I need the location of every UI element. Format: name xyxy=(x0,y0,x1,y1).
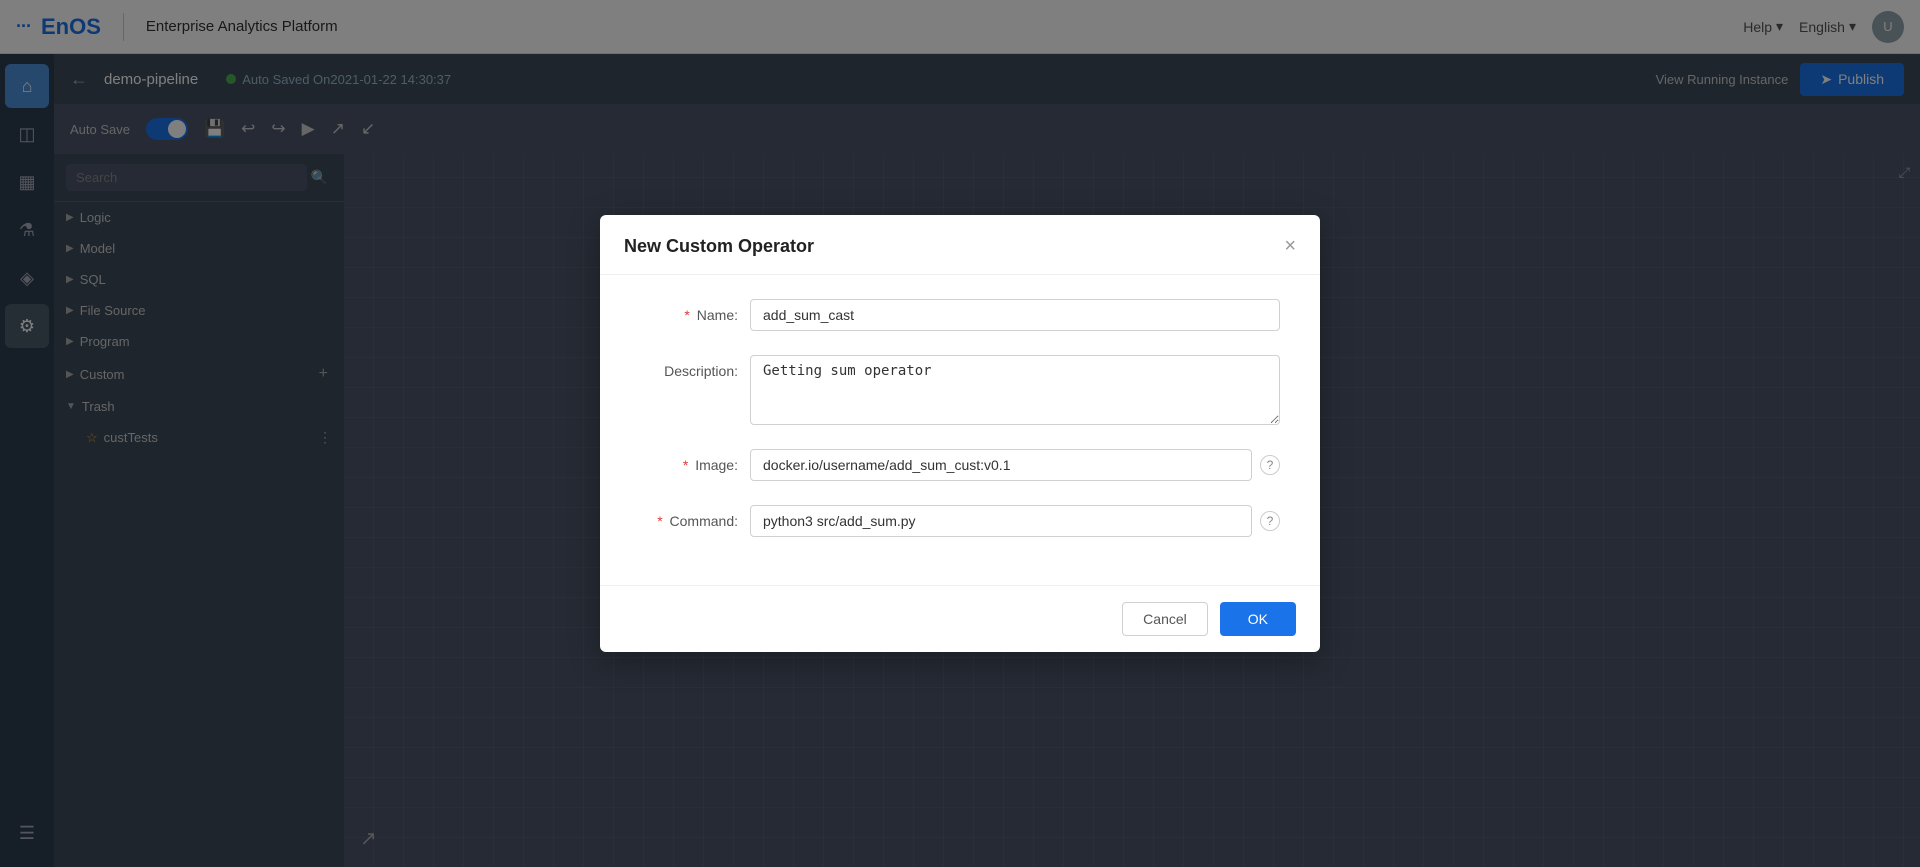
modal-close-button[interactable]: × xyxy=(1284,235,1296,258)
image-field-row: * Image: ? xyxy=(640,449,1280,481)
image-input[interactable] xyxy=(750,449,1252,481)
command-input[interactable] xyxy=(750,505,1252,537)
modal-overlay: New Custom Operator × * Name: Descriptio… xyxy=(0,0,1920,867)
command-help-icon[interactable]: ? xyxy=(1260,511,1280,531)
description-textarea[interactable]: Getting sum operator xyxy=(750,355,1280,425)
image-input-group: ? xyxy=(750,449,1280,481)
modal-header: New Custom Operator × xyxy=(600,215,1320,275)
name-label: * Name: xyxy=(640,299,750,323)
modal-body: * Name: Description: Getting sum operato… xyxy=(600,275,1320,585)
name-field-row: * Name: xyxy=(640,299,1280,331)
image-help-icon[interactable]: ? xyxy=(1260,455,1280,475)
new-custom-operator-modal: New Custom Operator × * Name: Descriptio… xyxy=(600,215,1320,652)
modal-footer: Cancel OK xyxy=(600,585,1320,652)
cancel-button[interactable]: Cancel xyxy=(1122,602,1208,636)
name-required-star: * xyxy=(684,307,689,323)
ok-button[interactable]: OK xyxy=(1220,602,1296,636)
command-label: * Command: xyxy=(640,505,750,529)
name-input[interactable] xyxy=(750,299,1280,331)
modal-title: New Custom Operator xyxy=(624,236,814,257)
image-label: * Image: xyxy=(640,449,750,473)
command-field-row: * Command: ? xyxy=(640,505,1280,537)
command-required-star: * xyxy=(657,513,662,529)
command-input-group: ? xyxy=(750,505,1280,537)
image-required-star: * xyxy=(683,457,688,473)
description-label: Description: xyxy=(640,355,750,379)
description-field-row: Description: Getting sum operator xyxy=(640,355,1280,425)
